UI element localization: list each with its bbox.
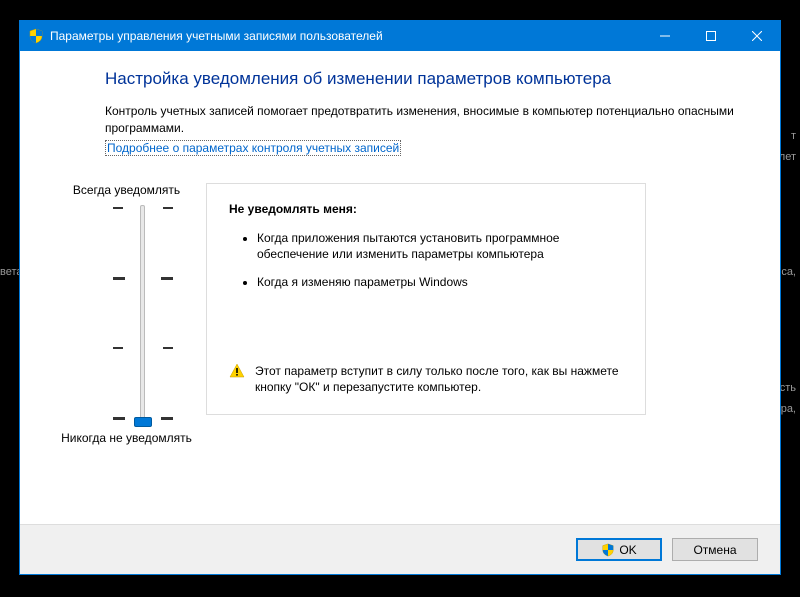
slider-column: Всегда уведомлять Никогда не уведомлять xyxy=(105,183,180,445)
slider-area: Всегда уведомлять Никогда не уведомлять … xyxy=(105,183,735,445)
uac-slider[interactable] xyxy=(113,205,173,423)
content-area: Настройка уведомления об изменении парам… xyxy=(20,51,780,524)
learn-more-link[interactable]: Подробнее о параметрах контроля учетных … xyxy=(105,140,401,156)
slider-label-always: Всегда уведомлять xyxy=(57,183,197,197)
window-title: Параметры управления учетными записями п… xyxy=(50,29,642,43)
info-list: Когда приложения пытаются установить про… xyxy=(229,230,623,291)
minimize-button[interactable] xyxy=(642,21,688,51)
warning-text: Этот параметр вступит в силу только посл… xyxy=(255,363,623,395)
window-controls xyxy=(642,21,780,51)
cancel-label: Отмена xyxy=(693,543,736,557)
shield-icon xyxy=(28,28,44,44)
info-title: Не уведомлять меня: xyxy=(229,202,623,216)
dialog-footer: OK Отмена xyxy=(20,524,780,574)
maximize-button[interactable] xyxy=(688,21,734,51)
cancel-button[interactable]: Отмена xyxy=(672,538,758,561)
uac-settings-window: Параметры управления учетными записями п… xyxy=(19,20,781,575)
ok-button[interactable]: OK xyxy=(576,538,662,561)
page-heading: Настройка уведомления об изменении парам… xyxy=(105,69,735,89)
titlebar: Параметры управления учетными записями п… xyxy=(20,21,780,51)
description-text: Контроль учетных записей помогает предот… xyxy=(105,103,735,137)
slider-thumb[interactable] xyxy=(134,417,152,427)
close-button[interactable] xyxy=(734,21,780,51)
warning-icon xyxy=(229,363,245,379)
info-item: Когда приложения пытаются установить про… xyxy=(257,230,623,262)
slider-label-never: Никогда не уведомлять xyxy=(57,431,197,445)
info-item: Когда я изменяю параметры Windows xyxy=(257,274,623,290)
shield-icon xyxy=(601,543,615,557)
ok-label: OK xyxy=(619,543,636,557)
bg-text: т xyxy=(791,130,796,142)
warning-row: Этот параметр вступит в силу только посл… xyxy=(229,363,623,395)
info-panel: Не уведомлять меня: Когда приложения пыт… xyxy=(206,183,646,415)
